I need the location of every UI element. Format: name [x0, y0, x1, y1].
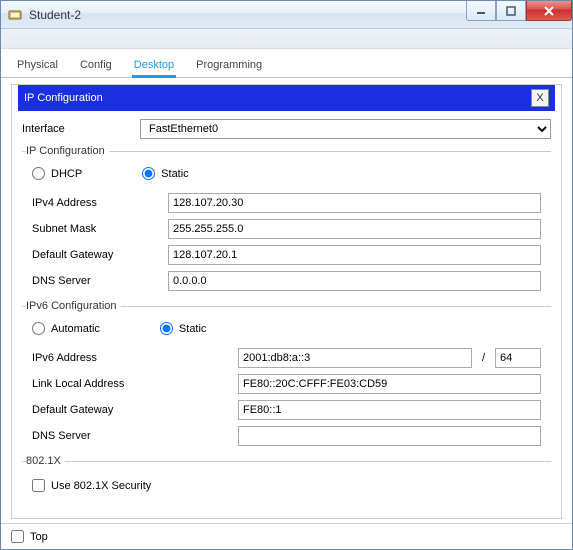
ipv4-static-option[interactable]: Static: [142, 167, 189, 180]
ipv6-prefix-input[interactable]: [495, 348, 541, 368]
ipv6-address-input[interactable]: [238, 348, 472, 368]
app-window: Student-2 Physical Config Desktop Progra…: [0, 0, 573, 550]
ipv4-legend: IP Configuration: [26, 145, 109, 157]
interface-row: Interface FastEthernet0: [18, 117, 555, 145]
ipv6-dns-label: DNS Server: [32, 430, 232, 442]
panel-title-text: IP Configuration: [24, 92, 103, 104]
ipv6-group: IPv6 Configuration Automatic Static: [22, 300, 551, 453]
ipv6-static-option[interactable]: Static: [160, 322, 207, 335]
panel-wrap: IP Configuration X Interface FastEtherne…: [1, 78, 572, 523]
ipv6-linklocal-input[interactable]: [238, 374, 541, 394]
tab-programming[interactable]: Programming: [194, 55, 264, 77]
app-icon: [7, 7, 23, 23]
ipv4-mask-input[interactable]: [168, 219, 541, 239]
footer: Top: [1, 523, 572, 549]
toolbar-strip: [1, 29, 572, 49]
dot1x-checkbox[interactable]: [32, 479, 45, 492]
ipv6-prefix-sep: /: [478, 352, 489, 364]
ipv4-static-label: Static: [161, 168, 189, 180]
ipv6-static-label: Static: [179, 323, 207, 335]
interface-select[interactable]: FastEthernet0: [140, 119, 551, 139]
ipv4-dhcp-radio[interactable]: [32, 167, 45, 180]
ipv4-group: IP Configuration DHCP Static: [22, 145, 551, 298]
ipv4-dns-input[interactable]: [168, 271, 541, 291]
dot1x-label: Use 802.1X Security: [51, 480, 151, 492]
ipv4-dhcp-label: DHCP: [51, 168, 82, 180]
ipv4-dns-label: DNS Server: [32, 275, 162, 287]
close-button[interactable]: [526, 1, 572, 21]
ipv6-gateway-label: Default Gateway: [32, 404, 232, 416]
ipv6-legend: IPv6 Configuration: [26, 300, 121, 312]
ipv6-auto-option[interactable]: Automatic: [32, 322, 100, 335]
content-frame: Physical Config Desktop Programming IP C…: [1, 49, 572, 549]
dot1x-group: 802.1X Use 802.1X Security: [22, 455, 551, 502]
dot1x-legend: 802.1X: [26, 455, 65, 467]
tab-physical[interactable]: Physical: [15, 55, 60, 77]
panel-header: IP Configuration X: [18, 85, 555, 111]
ipv6-address-label: IPv6 Address: [32, 352, 232, 364]
ipv6-dns-input[interactable]: [238, 426, 541, 446]
ipv4-gateway-label: Default Gateway: [32, 249, 162, 261]
top-label: Top: [30, 531, 48, 543]
tab-desktop[interactable]: Desktop: [132, 55, 176, 77]
ipv6-auto-radio[interactable]: [32, 322, 45, 335]
ipv4-address-input[interactable]: [168, 193, 541, 213]
ipv4-dhcp-option[interactable]: DHCP: [32, 167, 82, 180]
top-checkbox[interactable]: [11, 530, 24, 543]
tab-config[interactable]: Config: [78, 55, 114, 77]
ipv4-static-radio[interactable]: [142, 167, 155, 180]
ipv6-static-radio[interactable]: [160, 322, 173, 335]
window-title: Student-2: [29, 8, 81, 22]
tab-bar: Physical Config Desktop Programming: [1, 49, 572, 78]
maximize-button[interactable]: [496, 1, 526, 21]
ipv6-gateway-input[interactable]: [238, 400, 541, 420]
ipv4-gateway-input[interactable]: [168, 245, 541, 265]
ipv4-address-label: IPv4 Address: [32, 197, 162, 209]
ip-config-scroll[interactable]: IP Configuration X Interface FastEtherne…: [11, 84, 562, 519]
titlebar[interactable]: Student-2: [1, 1, 572, 29]
panel-close-button[interactable]: X: [531, 89, 549, 107]
interface-label: Interface: [22, 123, 132, 135]
minimize-button[interactable]: [466, 1, 496, 21]
ipv6-linklocal-label: Link Local Address: [32, 378, 232, 390]
ipv6-auto-label: Automatic: [51, 323, 100, 335]
ipv4-mask-label: Subnet Mask: [32, 223, 162, 235]
window-controls: [466, 1, 572, 21]
